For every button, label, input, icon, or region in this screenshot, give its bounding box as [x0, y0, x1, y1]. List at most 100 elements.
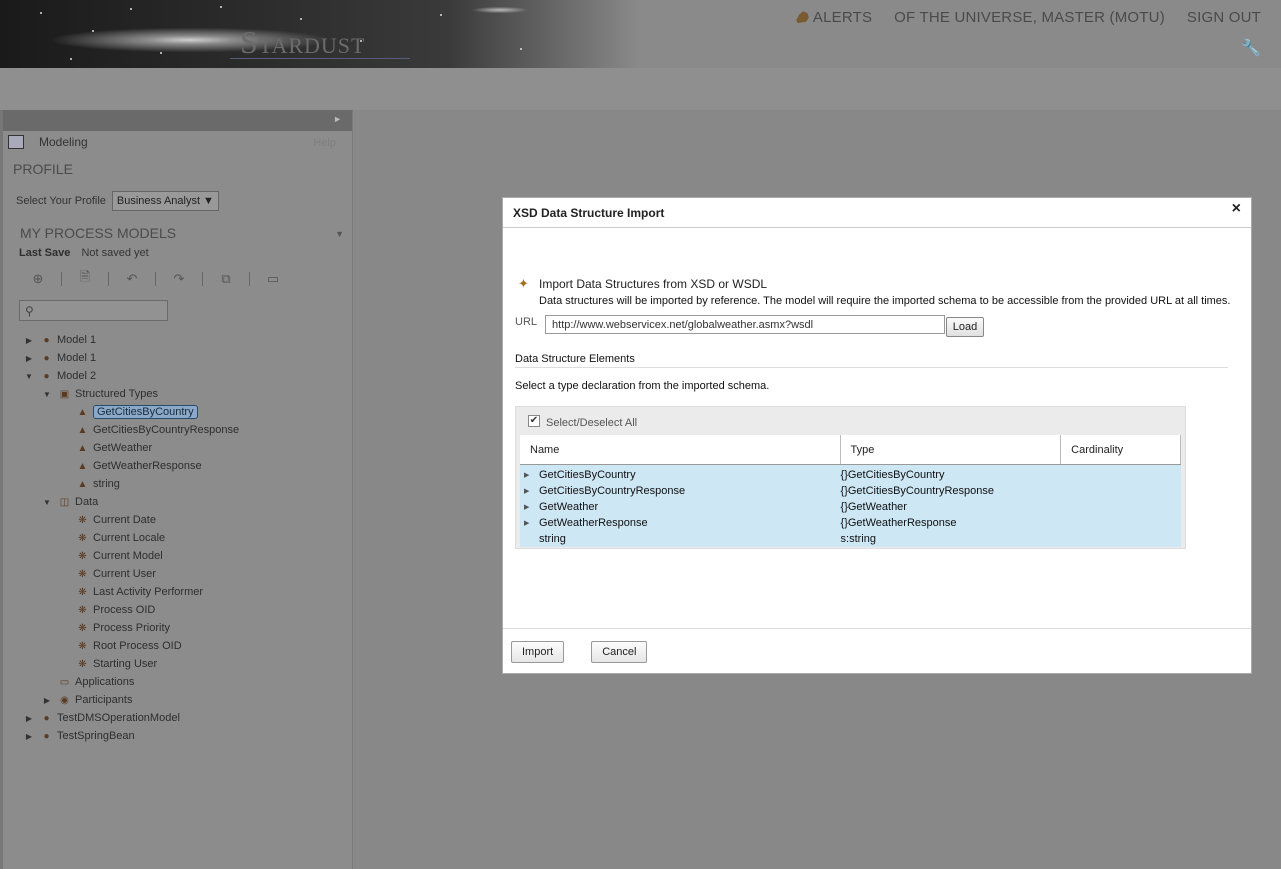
row-expand-icon[interactable]: ▶ — [524, 471, 532, 479]
tree-node-label: Applications — [75, 676, 135, 688]
tree-node[interactable]: ▶ ◉ Participants — [3, 691, 352, 709]
models-menu-caret-icon[interactable]: ▼ — [335, 229, 344, 241]
tree-node[interactable]: ▼ ▣ Structured Types — [3, 385, 352, 403]
expand-arrow-icon[interactable]: ▶ — [24, 714, 34, 723]
save-all-icon[interactable]: ⧉ — [215, 269, 237, 289]
tree-node[interactable]: ▲ GetWeatherResponse — [3, 457, 352, 475]
refresh-icon[interactable]: ▭ — [262, 269, 284, 289]
signout-link[interactable]: SIGN OUT — [1187, 9, 1261, 26]
tree-node[interactable]: ▼ ◫ Data — [3, 493, 352, 511]
tree-node[interactable]: ❋ Current Model — [3, 547, 352, 565]
tree-node[interactable]: ❋ Root Process OID — [3, 637, 352, 655]
tree-node-label: Model 1 — [57, 352, 97, 364]
data-icon: ❋ — [78, 604, 87, 616]
import-heading: Import Data Structures from XSD or WSDL — [539, 277, 768, 291]
expand-arrow-icon[interactable]: ▶ — [24, 732, 34, 741]
grid-row[interactable]: ▶ GetCitiesByCountryResponse {}GetCitiesBy… — [520, 483, 1181, 499]
brand-logo[interactable]: Stardust — [240, 24, 365, 61]
grid-row[interactable]: ▶ GetWeather {}GetWeather — [520, 499, 1181, 515]
row-expand-icon[interactable]: ▶ — [524, 503, 532, 511]
profile-select[interactable]: Business Analyst ▼ — [111, 191, 219, 211]
tree-node[interactable]: ▲ GetCitiesByCountry — [3, 403, 352, 421]
user-link[interactable]: OF THE UNIVERSE, MASTER (MOTU) — [894, 9, 1165, 26]
tree-node[interactable]: ▲ GetWeather — [3, 439, 352, 457]
tree-node[interactable]: ❋ Current Locale — [3, 529, 352, 547]
model-tree: ▶ ● Model 1 ▶ ● Model 1 ▼ ● Model 2 ▼ ▣ Structured … — [3, 331, 352, 745]
tree-search-input[interactable]: ⚲ — [19, 300, 168, 321]
tree-node[interactable]: ❋ Process Priority — [3, 619, 352, 637]
row-expand-icon[interactable]: ▶ — [524, 487, 532, 495]
column-header-type[interactable]: Type — [841, 435, 1062, 464]
data-icon: ❋ — [78, 514, 87, 526]
column-header-name[interactable]: Name — [520, 435, 841, 464]
tree-node[interactable]: ❋ Process OID — [3, 601, 352, 619]
add-model-icon[interactable]: ⊕ — [27, 269, 49, 289]
type-icon: ▲ — [77, 406, 88, 418]
import-description: Data structures will be imported by refe… — [539, 295, 1231, 307]
redo-icon[interactable]: ↷ — [168, 269, 190, 289]
row-expand-icon[interactable]: ▶ — [524, 519, 532, 527]
grid-cell-type: {}GetWeatherResponse — [840, 517, 957, 529]
tree-node[interactable]: ❋ Starting User — [3, 655, 352, 673]
tree-node[interactable]: ❋ Last Activity Performer — [3, 583, 352, 601]
model-icon: ● — [43, 712, 50, 724]
tree-node[interactable]: ▲ GetCitiesByCountryResponse — [3, 421, 352, 439]
model-icon: ● — [43, 730, 50, 742]
tree-node[interactable]: ▶ ● TestDMSOperationModel — [3, 709, 352, 727]
tree-node-label: Current Locale — [93, 532, 166, 544]
expand-arrow-icon[interactable]: ▶ — [24, 354, 34, 363]
data-icon: ❋ — [78, 550, 87, 562]
expand-arrow-icon[interactable]: ▶ — [24, 336, 34, 345]
modeling-icon[interactable] — [8, 135, 24, 149]
tree-node[interactable]: ▼ ● Model 2 — [3, 367, 352, 385]
tree-node[interactable]: ▲ string — [3, 475, 352, 493]
perspective-label[interactable]: Modeling — [39, 135, 88, 149]
structured-types-icon: ▣ — [59, 388, 70, 400]
undo-icon[interactable]: ↶ — [121, 269, 143, 289]
tree-node[interactable]: ▶ ● Model 1 — [3, 349, 352, 367]
select-all-row[interactable]: ✔ Select/Deselect All — [520, 411, 1181, 435]
grid-cell-type: {}GetCitiesByCountryResponse — [840, 485, 994, 497]
grid-cell-name: ▶ GetWeatherResponse — [520, 517, 841, 529]
import-model-icon[interactable]: 🗎 — [74, 269, 96, 289]
close-icon[interactable]: × — [1232, 200, 1241, 218]
url-input[interactable] — [545, 315, 946, 334]
tree-node[interactable]: ▶ ● TestSpringBean — [3, 727, 352, 745]
grid-cell-name-text: GetWeatherResponse — [539, 517, 648, 529]
load-button[interactable]: Load — [946, 317, 985, 337]
database-icon: ◫ — [59, 496, 70, 508]
collapse-panel-icon[interactable]: ► — [333, 114, 342, 124]
tree-node[interactable]: ▭ Applications — [3, 673, 352, 691]
collapse-arrow-icon[interactable]: ▼ — [24, 372, 34, 381]
profile-heading: PROFILE — [13, 161, 73, 177]
top-nav: ALERTS OF THE UNIVERSE, MASTER (MOTU) SI… — [795, 9, 1261, 26]
cancel-button[interactable]: Cancel — [591, 640, 648, 663]
expand-arrow-icon[interactable]: ▶ — [42, 696, 52, 705]
url-row: URL Load — [515, 312, 985, 337]
help-link[interactable]: Help — [313, 137, 336, 149]
grid-cell-name-text: GetCitiesByCountry — [539, 469, 636, 481]
profile-row: Select Your Profile Business Analyst ▼ — [3, 191, 352, 211]
select-hint: Select a type declaration from the impor… — [515, 380, 770, 392]
brand-underline — [230, 58, 410, 59]
tree-node-label: GetCitiesByCountry — [93, 405, 198, 419]
select-all-checkbox[interactable]: ✔ — [528, 415, 540, 427]
import-button[interactable]: Import — [511, 640, 565, 663]
grid-cell-name-text: GetCitiesByCountryResponse — [539, 485, 686, 497]
data-icon: ❋ — [78, 640, 87, 652]
alerts-link[interactable]: ALERTS — [795, 9, 872, 26]
tree-node-label: Current Model — [93, 550, 163, 562]
last-save: Last Save Not saved yet — [3, 247, 352, 259]
grid-cell-name: ▶ GetCitiesByCountry — [520, 469, 841, 481]
tree-node[interactable]: ❋ Current Date — [3, 511, 352, 529]
tree-node[interactable]: ❋ Current User — [3, 565, 352, 583]
wrench-icon[interactable]: 🔧 — [1241, 40, 1261, 58]
grid-row[interactable]: ▶ GetCitiesByCountry {}GetCitiesByCountry — [520, 467, 1181, 483]
column-header-cardinality[interactable]: Cardinality — [1061, 435, 1181, 464]
collapse-arrow-icon[interactable]: ▼ — [42, 390, 52, 399]
grid-row[interactable]: string s:string — [520, 531, 1181, 547]
grid-row[interactable]: ▶ GetWeatherResponse {}GetWeatherResponse — [520, 515, 1181, 531]
sub-bar — [0, 68, 1281, 110]
tree-node[interactable]: ▶ ● Model 1 — [3, 331, 352, 349]
collapse-arrow-icon[interactable]: ▼ — [42, 498, 52, 507]
